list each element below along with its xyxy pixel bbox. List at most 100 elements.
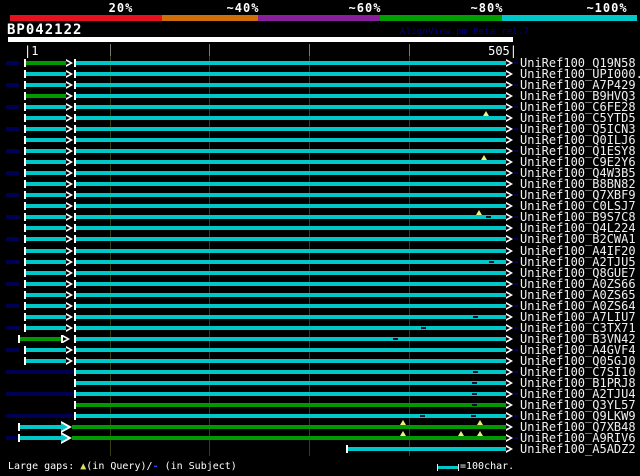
alignment-bar (26, 149, 66, 153)
arrowhead-inner (66, 83, 70, 87)
arrowhead-inner (506, 370, 510, 374)
alignment-bar (76, 271, 506, 275)
faint-label-mark (514, 62, 518, 64)
scalebar-label: =100char. (460, 461, 515, 472)
gap-in-subject-dash-icon (489, 261, 494, 263)
arrowhead-inner (506, 271, 510, 275)
faint-row-mark (6, 127, 19, 131)
arrowhead-inner (506, 359, 510, 363)
faint-label-mark (514, 393, 518, 395)
arrowhead-inner (506, 260, 510, 264)
alignment-bar (26, 171, 66, 175)
gap-in-subject-dash-icon (421, 327, 426, 329)
arrowhead-inner (66, 116, 70, 120)
alignment-bar (76, 127, 506, 131)
arrowhead-inner (66, 326, 70, 330)
faint-row-mark (6, 171, 19, 175)
faint-row-mark (6, 260, 19, 264)
arrowhead-inner (506, 447, 510, 451)
arrowhead-inner (66, 237, 70, 241)
arrowhead-inner (506, 326, 510, 330)
alignment-bar (26, 127, 66, 131)
arrowhead-inner (66, 105, 70, 109)
arrowhead-inner (506, 315, 510, 319)
gap-in-subject-dash-icon (472, 393, 477, 395)
scale-label: ~80% (470, 1, 504, 15)
arrowhead-inner (506, 83, 510, 87)
arrowhead-inner (506, 171, 510, 175)
alignment-bar (76, 414, 506, 418)
faint-label-mark (514, 84, 518, 86)
gaps-legend: Large gaps: ▲(in Query)/- (in Subject) (8, 461, 237, 472)
faint-row-mark (6, 149, 19, 153)
alignment-bar (76, 160, 506, 164)
faint-row-mark (6, 215, 19, 219)
arrowhead-inner (506, 348, 510, 352)
arrowhead-inner (66, 182, 70, 186)
arrowhead-inner (506, 105, 510, 109)
alignment-bar (76, 315, 506, 319)
faint-row-mark (6, 304, 19, 308)
alignment-bar (76, 359, 506, 363)
alignment-bar (26, 271, 66, 275)
arrowhead-inner (506, 72, 510, 76)
arrowhead-inner (506, 61, 510, 65)
faint-row-mark (6, 105, 19, 109)
faint-label-mark (514, 194, 518, 196)
arrowhead-inner (506, 282, 510, 286)
gap-in-subject-dash-icon (472, 404, 477, 406)
hit-label[interactable]: UniRef100_A5ADZ2 (520, 443, 636, 455)
scalebar-end-tick (458, 464, 459, 471)
gaps-legend-text: Large gaps: (8, 461, 81, 472)
alignment-bar (20, 425, 61, 429)
faint-label-mark (514, 371, 518, 373)
arrowhead-inner (506, 193, 510, 197)
arrowhead-inner (506, 249, 510, 253)
arrowhead-inner (66, 249, 70, 253)
alignment-bar (26, 260, 66, 264)
gap-in-subject-dash-icon (420, 415, 425, 417)
faint-label-mark (514, 437, 518, 439)
faint-label-mark (514, 172, 518, 174)
scale-label: ~100% (586, 1, 628, 15)
faint-row-mark (6, 370, 74, 374)
arrowhead-inner (506, 226, 510, 230)
alignment-bar (76, 61, 506, 65)
alignment-bar (76, 337, 506, 341)
arrowhead-inner (506, 204, 510, 208)
ruler-tick (209, 44, 210, 56)
faint-row-mark (6, 282, 19, 286)
arrowhead-inner (66, 271, 70, 275)
alignment-bar (26, 226, 66, 230)
gap-in-subject-dash-icon (472, 382, 477, 384)
arrowhead-inner (506, 116, 510, 120)
scale-label: ~40% (226, 1, 260, 15)
alignment-bar (26, 326, 66, 330)
arrowhead-inner (506, 392, 510, 396)
arrowhead-inner (66, 260, 70, 264)
scale-segment-identity-80-100 (502, 15, 637, 21)
arrowhead-inner (506, 127, 510, 131)
faint-label-mark (514, 106, 518, 108)
alignment-bar (76, 149, 506, 153)
faint-label-mark (514, 415, 518, 417)
faint-label-mark (514, 216, 518, 218)
alignment-bar (76, 293, 506, 297)
gap-in-query-triangle-icon (477, 420, 483, 425)
arrowhead-inner (61, 423, 68, 431)
faint-row-mark (6, 392, 74, 396)
ruler-start-label: |1 (24, 44, 39, 58)
alignment-bar (26, 72, 66, 76)
arrowhead-inner (506, 414, 510, 418)
ruler-end-label: 505| (488, 44, 517, 58)
gaps-legend-text: (in Query)/ (86, 461, 153, 472)
arrowhead-inner (66, 171, 70, 175)
faint-row-mark (6, 83, 19, 87)
arrowhead-inner (506, 304, 510, 308)
faint-row-mark (6, 61, 19, 65)
arrowhead-inner (506, 337, 510, 341)
gaps-legend-text: (in Subject) (158, 461, 237, 472)
alignment-bar (26, 304, 66, 308)
gap-in-query-triangle-icon (400, 420, 406, 425)
arrowhead-inner (506, 149, 510, 153)
